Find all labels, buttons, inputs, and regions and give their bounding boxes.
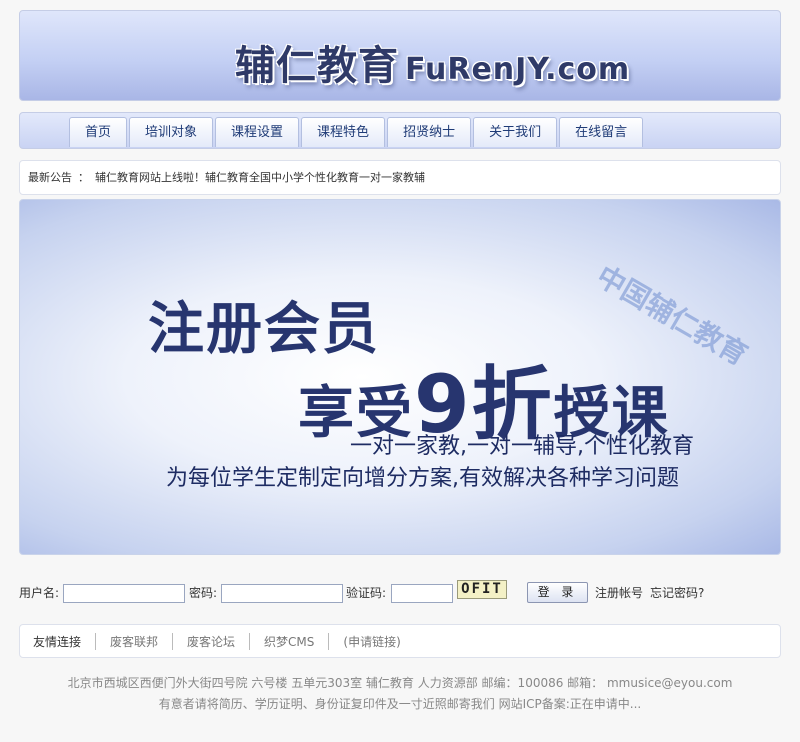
footer-note: 有意者请将简历、学历证明、身份证复印件及一寸近照邮寄我们 网站ICP备案:正在申… [158, 697, 642, 711]
password-label: 密码: [189, 586, 218, 600]
promo-banner[interactable]: 中国辅仁教育 注册会员 享受9折授课 一对一家教,一对一辅导,个性化教育 为每位… [19, 199, 781, 555]
username-input[interactable] [63, 584, 185, 603]
password-input[interactable] [221, 584, 343, 603]
nav-item-about[interactable]: 关于我们 [473, 117, 558, 147]
site-logo[interactable]: 辅仁教育 FuRenJY.com [235, 33, 630, 91]
apply-link[interactable]: (申请链接) [329, 633, 414, 650]
logo-cn: 辅仁教育 [235, 43, 399, 89]
nav-items: 首页 培训对象 课程设置 课程特色 招贤纳士 关于我们 在线留言 [69, 117, 645, 147]
site-header: 辅仁教育 FuRenJY.com [19, 10, 781, 101]
site-footer: 北京市西城区西便门外大街四号院 六号楼 五单元303室 辅仁教育 人力资源部 邮… [0, 673, 800, 715]
nav-item-targets[interactable]: 培训对象 [129, 117, 214, 147]
footer-address: 北京市西城区西便门外大街四号院 六号楼 五单元303室 辅仁教育 人力资源部 邮… [67, 676, 733, 690]
notice-separator: ： [78, 171, 89, 184]
nav-item-message[interactable]: 在线留言 [559, 117, 644, 147]
captcha-input[interactable] [391, 584, 453, 603]
nav-item-home[interactable]: 首页 [69, 117, 128, 147]
captcha-label: 验证码: [346, 586, 387, 600]
friend-links: 友情连接 废客联邦 废客论坛 织梦CMS (申请链接) [19, 624, 781, 658]
friend-link[interactable]: 废客论坛 [173, 632, 251, 650]
captcha-image[interactable]: OFIT [457, 580, 507, 599]
notice-text[interactable]: 辅仁教育网站上线啦！辅仁教育全国中小学个性化教育一对一家教辅 [95, 171, 425, 184]
nav-item-features[interactable]: 课程特色 [301, 117, 386, 147]
banner-subtitle-2: 为每位学生定制定向增分方案,有效解决各种学习问题 [166, 466, 679, 491]
username-label: 用户名: [19, 586, 60, 600]
friend-link[interactable]: 织梦CMS [250, 632, 330, 650]
logo-en: FuRenJY.com [405, 52, 631, 87]
banner-subtitle-1: 一对一家教,一对一辅导,个性化教育 [350, 434, 694, 459]
notice-bar: 最新公告 ： 辅仁教育网站上线啦！辅仁教育全国中小学个性化教育一对一家教辅 [19, 160, 781, 195]
login-form: 用户名: 密码: 验证码: OFIT 登 录 注册帐号 忘记密码? [19, 580, 781, 604]
login-button[interactable]: 登 录 [527, 582, 588, 603]
friend-links-title: 友情连接 [33, 632, 97, 650]
register-link[interactable]: 注册帐号 [595, 580, 643, 606]
notice-label: 最新公告 [28, 171, 72, 184]
nav-item-jobs[interactable]: 招贤纳士 [387, 117, 472, 147]
nav-item-courses[interactable]: 课程设置 [215, 117, 300, 147]
main-nav: 首页 培训对象 课程设置 课程特色 招贤纳士 关于我们 在线留言 [19, 112, 781, 149]
forgot-password-link[interactable]: 忘记密码? [650, 580, 704, 606]
friend-link[interactable]: 废客联邦 [96, 632, 174, 650]
